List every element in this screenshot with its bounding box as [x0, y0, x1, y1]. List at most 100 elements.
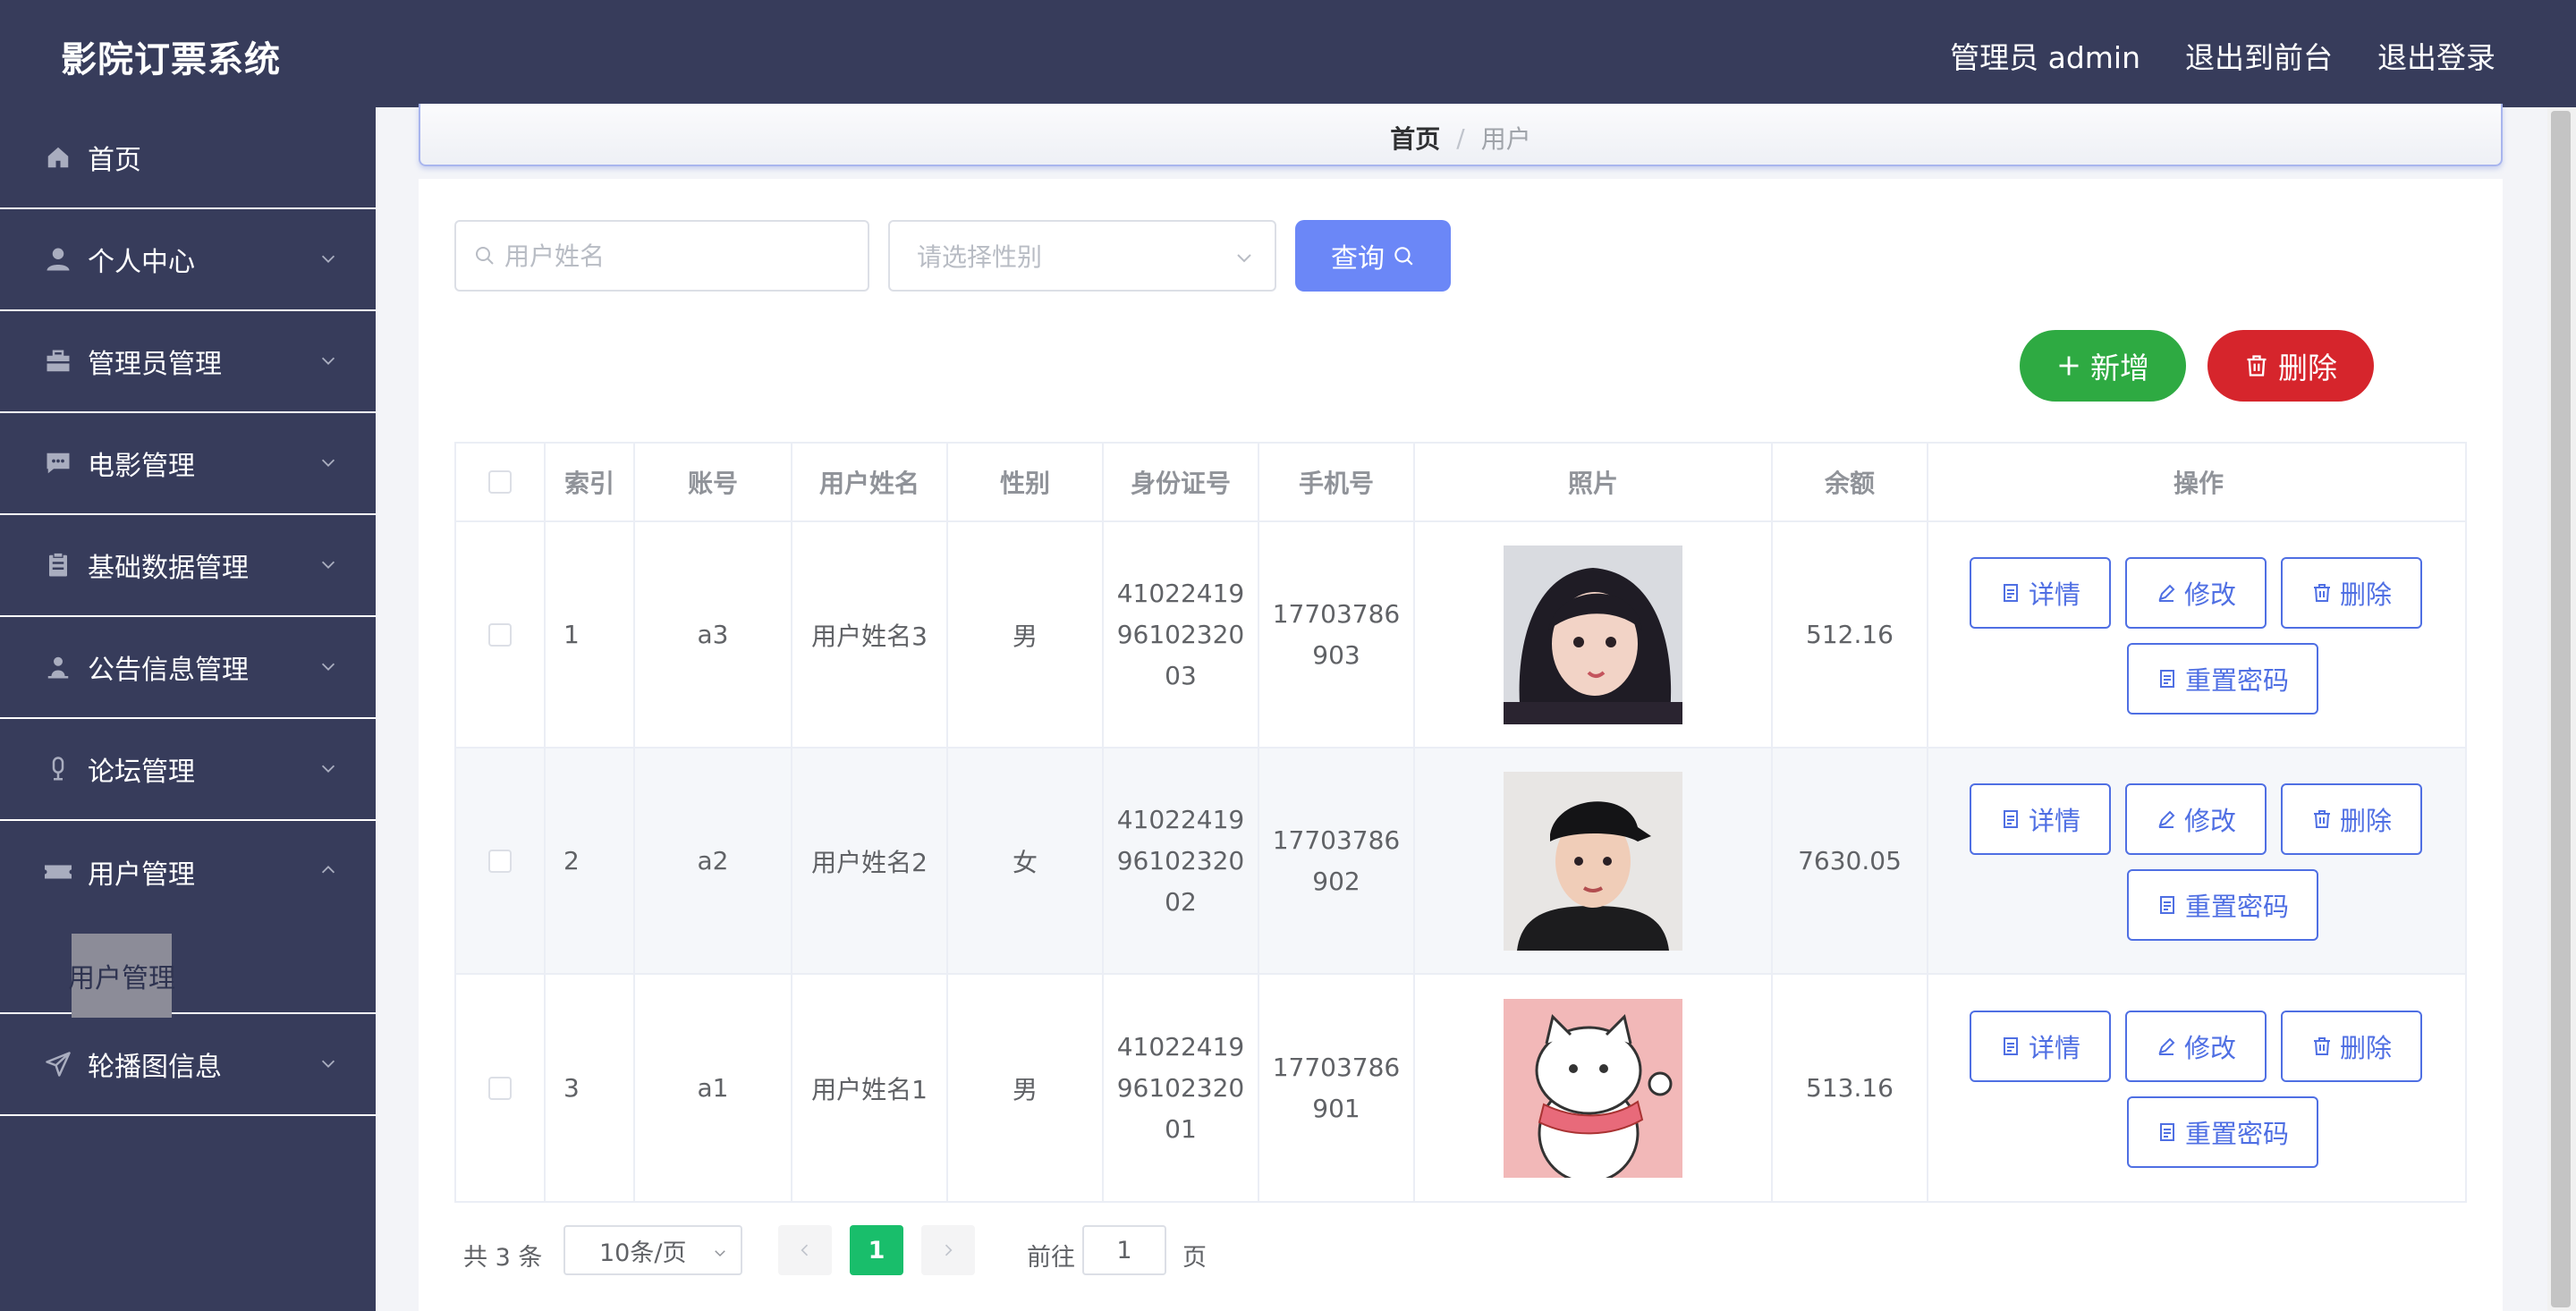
user-photo[interactable]	[1504, 998, 1682, 1178]
reset-password-button[interactable]: 重置密码	[2127, 643, 2318, 715]
page-size-value: 10条/页	[599, 1239, 687, 1267]
cell-username: 用户姓名2	[792, 749, 948, 973]
search-icon	[1394, 247, 1413, 266]
detail-button-label: 详情	[2028, 579, 2080, 610]
detail-button[interactable]: 详情	[1970, 783, 2111, 855]
delete-button[interactable]: 删除	[2281, 1011, 2422, 1082]
reset-password-button-label: 重置密码	[2184, 1119, 2289, 1149]
header-balance: 余额	[1773, 444, 1928, 520]
user-icon	[43, 244, 73, 275]
username-search-input[interactable]	[504, 241, 862, 271]
batch-delete-button[interactable]: 删除	[2207, 330, 2374, 402]
chevron-down-icon	[321, 459, 335, 467]
detail-button[interactable]: 详情	[1970, 1011, 2111, 1082]
logout-link[interactable]: 退出登录	[2377, 34, 2496, 77]
sidebar-item-label: 管理员管理	[88, 349, 222, 380]
select-all-checkbox[interactable]	[488, 470, 512, 494]
chevron-down-icon	[715, 1250, 725, 1257]
user-photo[interactable]	[1504, 545, 1682, 724]
detail-button[interactable]: 详情	[1970, 557, 2111, 629]
edit-button[interactable]: 修改	[2125, 1011, 2267, 1082]
reset-password-button[interactable]: 重置密码	[2127, 1096, 2318, 1168]
chat-icon	[43, 448, 73, 478]
row-checkbox[interactable]	[488, 622, 512, 647]
delete-button[interactable]: 删除	[2281, 557, 2422, 629]
gender-select[interactable]: 请选择性别	[888, 220, 1276, 292]
header-phone: 手机号	[1259, 444, 1415, 520]
user-stand-icon	[43, 652, 73, 682]
scrollbar-thumb[interactable]	[2551, 111, 2571, 1307]
sidebar-item-forum-management[interactable]: 论坛管理	[0, 719, 376, 821]
header-index: 索引	[546, 444, 635, 520]
admin-user-link[interactable]: 管理员 admin	[1950, 34, 2140, 77]
sidebar-item-label: 个人中心	[88, 247, 195, 278]
sidebar-item-notice-management[interactable]: 公告信息管理	[0, 617, 376, 719]
pencil-icon	[2158, 1037, 2175, 1055]
row-checkbox[interactable]	[488, 1076, 512, 1100]
edit-button[interactable]: 修改	[2125, 783, 2267, 855]
sidebar-item-home[interactable]: 首页	[0, 107, 376, 209]
chevron-up-icon	[321, 866, 335, 874]
header-links: 管理员 admin 退出到前台 退出登录	[1950, 34, 2496, 77]
document-icon	[2003, 584, 2018, 602]
edit-button[interactable]: 修改	[2125, 557, 2267, 629]
page-number-button[interactable]: 1	[850, 1225, 903, 1275]
sidebar-item-movie-management[interactable]: 电影管理	[0, 413, 376, 515]
detail-button-label: 详情	[2028, 1033, 2080, 1063]
add-button[interactable]: 新增	[2020, 330, 2186, 402]
delete-button[interactable]: 删除	[2281, 783, 2422, 855]
prev-page-button[interactable]	[778, 1225, 832, 1275]
sidebar-item-basic-data-management[interactable]: 基础数据管理	[0, 515, 376, 617]
page-size-select[interactable]: 10条/页	[564, 1225, 742, 1275]
cell-account: a2	[635, 749, 792, 973]
chevron-left-icon	[801, 1244, 809, 1256]
next-page-button[interactable]	[921, 1225, 975, 1275]
cell-operations: 详情 修改 删除 重置密码	[1928, 522, 2469, 747]
document-icon	[2003, 810, 2018, 828]
reset-password-button[interactable]: 重置密码	[2127, 869, 2318, 941]
cell-id-card-wrap: 410224199610232001	[1104, 975, 1259, 1201]
breadcrumb-home[interactable]: 首页	[1390, 120, 1440, 156]
cell-operations: 详情 修改 删除 重置密码	[1928, 975, 2469, 1201]
sidebar-item-label: 基础数据管理	[88, 553, 249, 584]
row-checkbox[interactable]	[488, 849, 512, 873]
operations-group: 详情 修改 删除 重置密码	[1928, 975, 2469, 1201]
trash-icon	[2313, 810, 2330, 828]
goto-page-input[interactable]: 1	[1082, 1225, 1166, 1275]
cell-username: 用户姓名1	[792, 975, 948, 1201]
send-icon	[43, 1049, 73, 1079]
cell-photo	[1415, 975, 1773, 1201]
gender-select-placeholder: 请选择性别	[917, 242, 1043, 272]
query-button[interactable]: 查询	[1295, 220, 1451, 292]
sidebar-item-label: 论坛管理	[88, 757, 195, 788]
sidebar-item-carousel-info[interactable]: 轮播图信息	[0, 1014, 376, 1116]
cell-id-card: 410224199610232003	[1116, 578, 1245, 690]
operations-group: 详情 修改 删除 重置密码	[1928, 521, 2469, 748]
chevron-down-icon	[321, 663, 335, 671]
sidebar-item-admin-management[interactable]: 管理员管理	[0, 311, 376, 413]
reset-password-button-label: 重置密码	[2184, 665, 2289, 696]
exit-to-front-link[interactable]: 退出到前台	[2185, 34, 2333, 77]
delete-button-label: 删除	[2339, 806, 2392, 836]
table-row: 2 a2 用户姓名2 女 410224199610232002 17703786…	[456, 749, 2465, 975]
add-button-label: 新增	[2090, 351, 2149, 385]
submenu-item-user-management[interactable]: 用户管理	[68, 934, 175, 1018]
user-photo[interactable]	[1504, 771, 1682, 951]
operations-group: 详情 修改 删除 重置密码	[1928, 748, 2469, 974]
cell-index: 2	[546, 749, 635, 973]
cell-balance: 512.16	[1773, 522, 1928, 747]
sidebar-item-personal-center[interactable]: 个人中心	[0, 209, 376, 311]
sidebar-item-user-management[interactable]: 用户管理	[0, 821, 376, 923]
document-icon	[2159, 670, 2174, 688]
cell-id-card-wrap: 410224199610232003	[1104, 522, 1259, 747]
cell-gender: 男	[948, 975, 1104, 1201]
delete-button-label: 删除	[2339, 579, 2392, 610]
cell-gender: 女	[948, 749, 1104, 973]
row-select-cell	[456, 522, 546, 747]
cell-balance: 513.16	[1773, 975, 1928, 1201]
cell-id-card-wrap: 410224199610232002	[1104, 749, 1259, 973]
username-search-field[interactable]	[454, 220, 869, 292]
cell-index: 3	[546, 975, 635, 1201]
cell-username: 用户姓名3	[792, 522, 948, 747]
document-icon	[2159, 1123, 2174, 1141]
